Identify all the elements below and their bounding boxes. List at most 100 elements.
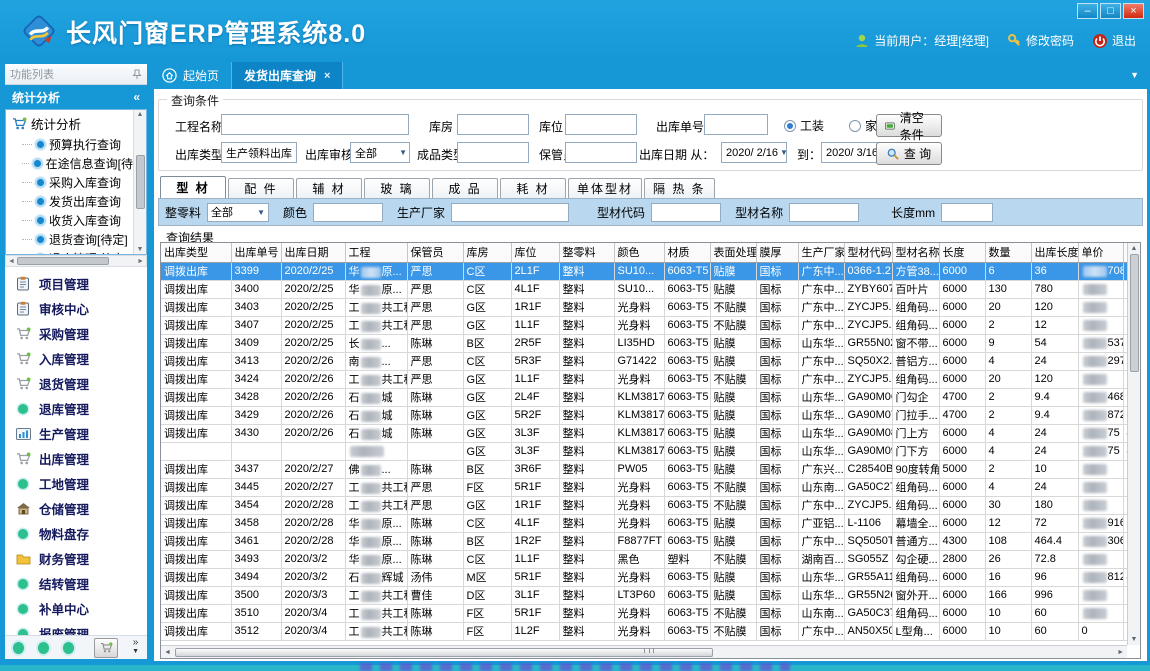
material-tab[interactable]: 玻 璃: [364, 178, 430, 198]
material-tab[interactable]: 单体型材: [568, 178, 642, 198]
table-row[interactable]: 调拨出库34932020/3/2华原...陈琳C区1L1F整料黑色塑料不贴膜国标…: [161, 550, 1141, 568]
column-header[interactable]: 出库日期: [281, 243, 345, 262]
column-header[interactable]: 工程: [345, 243, 407, 262]
sidebar-item[interactable]: 入库管理: [5, 346, 147, 371]
column-header[interactable]: 整零料: [559, 243, 614, 262]
location-input[interactable]: [565, 114, 637, 135]
table-row[interactable]: 调拨出库34032020/2/25工共工程严思G区1R1F整料光身料6063-T…: [161, 298, 1141, 316]
search-button[interactable]: 查 询: [876, 142, 942, 165]
sidebar-item[interactable]: 项目管理: [5, 271, 147, 296]
sidebar-item[interactable]: 报废管理: [5, 621, 147, 635]
sidebar-item[interactable]: 补单中心: [5, 596, 147, 621]
scroll-up-icon[interactable]: ▲: [137, 111, 144, 118]
tree-vertical-scrollbar[interactable]: ▲ ▼: [133, 110, 146, 254]
column-header[interactable]: 数量: [985, 243, 1031, 262]
tab-home[interactable]: 起始页: [154, 62, 231, 89]
table-row[interactable]: 调拨出库34372020/2/27佛...陈琳B区3R6F整料PW056063-…: [161, 460, 1141, 478]
tab-overflow-icon[interactable]: ▼: [1130, 70, 1139, 80]
table-row[interactable]: 调拨出库34942020/3/2石辉城汤伟M区5R1F整料光身料6063-T5贴…: [161, 568, 1141, 586]
sidebar-item[interactable]: 仓储管理: [5, 496, 147, 521]
table-row[interactable]: 调拨出库34582020/2/28华原...陈琳C区4L1F整料光身料6063-…: [161, 514, 1141, 532]
column-header[interactable]: 出库长度: [1031, 243, 1078, 262]
material-tab[interactable]: 型 材: [160, 176, 226, 198]
scroll-thumb[interactable]: [17, 257, 109, 265]
scroll-thumb[interactable]: [136, 155, 145, 209]
table-row[interactable]: 调拨出库34452020/2/27工共工程严思F区5R1F整料光身料6063-T…: [161, 478, 1141, 496]
warehouse-input[interactable]: [457, 114, 529, 135]
grid-horizontal-scrollbar[interactable]: ◄ ►: [161, 645, 1127, 658]
out-type-select[interactable]: 生产领料出库▼: [221, 142, 297, 163]
sidebar-item[interactable]: 退货管理: [5, 371, 147, 396]
material-tab[interactable]: 辅 材: [296, 178, 362, 198]
tree-item[interactable]: 发货出库查询: [6, 192, 133, 211]
order-no-input[interactable]: [704, 114, 768, 135]
cart-shortcut-button[interactable]: [94, 638, 118, 658]
sidebar-item[interactable]: 采购管理: [5, 321, 147, 346]
minimize-button[interactable]: –: [1077, 3, 1098, 19]
column-header[interactable]: 表面处理: [710, 243, 756, 262]
factory-input[interactable]: [451, 203, 569, 222]
radio-workwear[interactable]: 工装: [784, 117, 824, 134]
part-type-select[interactable]: 全部▼: [207, 203, 269, 222]
column-header[interactable]: 材质: [664, 243, 710, 262]
logout-button[interactable]: 退出: [1092, 32, 1136, 49]
color-input[interactable]: [313, 203, 383, 222]
scroll-left-icon[interactable]: ◄: [164, 649, 171, 656]
table-row[interactable]: 调拨出库34612020/2/28华原...陈琳B区1R2F整料F8877FT6…: [161, 532, 1141, 550]
column-header[interactable]: 长度: [939, 243, 985, 262]
table-row[interactable]: 调拨出库34282020/2/26石城陈琳G区2L4F整料KLM38176063…: [161, 388, 1141, 406]
keeper-input[interactable]: [565, 142, 637, 163]
tree-item[interactable]: 退库管理[待定]: [6, 249, 133, 255]
tab-close-icon[interactable]: ×: [324, 70, 330, 82]
column-header[interactable]: 生产厂家: [798, 243, 844, 262]
table-row[interactable]: 调拨出库34002020/2/25华原...严思C区4L1F整料SU10...6…: [161, 280, 1141, 298]
profile-code-input[interactable]: [651, 203, 721, 222]
dot-icon[interactable]: [13, 642, 24, 654]
column-header[interactable]: 膜厚: [756, 243, 798, 262]
tree-root-statistics[interactable]: 统计分析: [6, 112, 133, 135]
table-row[interactable]: 调拨出库34132020/2/26南...严思C区5R3F整料G71422606…: [161, 352, 1141, 370]
scroll-right-icon[interactable]: ►: [137, 258, 144, 265]
tab-outbound-query[interactable]: 发货出库查询 ×: [231, 62, 343, 89]
table-row[interactable]: G区3L3F整料KLM38176063-T5贴膜国标山东华...GA90M09.…: [161, 442, 1141, 460]
maximize-button[interactable]: □: [1100, 3, 1121, 19]
table-row[interactable]: 调拨出库35102020/3/4工共工程陈琳F区5R1F整料光身料6063-T5…: [161, 604, 1141, 622]
sidebar-item[interactable]: 生产管理: [5, 421, 147, 446]
table-row[interactable]: 调拨出库34302020/2/26石城陈琳G区3L3F整料KLM38176063…: [161, 424, 1141, 442]
tree-item[interactable]: 预算执行查询: [6, 135, 133, 154]
table-row[interactable]: 调拨出库35122020/3/4工共工程陈琳F区1L2F整料光身料6063-T5…: [161, 622, 1141, 640]
column-header[interactable]: 颜色: [614, 243, 664, 262]
scroll-down-icon[interactable]: ▼: [1131, 636, 1138, 643]
sidebar-item[interactable]: 财务管理: [5, 546, 147, 571]
material-tab[interactable]: 隔 热 条: [644, 178, 715, 198]
column-header[interactable]: 库房: [463, 243, 511, 262]
table-row[interactable]: 调拨出库35002020/3/3工共工程曹佳D区3L1F整料LT3P606063…: [161, 586, 1141, 604]
scroll-left-icon[interactable]: ◄: [8, 258, 15, 265]
column-header[interactable]: 型材代码: [844, 243, 892, 262]
sidebar-item[interactable]: 审核中心: [5, 296, 147, 321]
sidebar-item[interactable]: 物料盘存: [5, 521, 147, 546]
scroll-thumb[interactable]: [1130, 254, 1139, 372]
sidebar-item[interactable]: 工地管理: [5, 471, 147, 496]
scroll-up-icon[interactable]: ▲: [1131, 245, 1138, 252]
tree-horizontal-scrollbar[interactable]: ◄ ►: [5, 255, 147, 267]
tree-item[interactable]: 采购入库查询: [6, 173, 133, 192]
table-row[interactable]: 调拨出库34072020/2/25工共工程严思G区1L1F整料光身料6063-T…: [161, 316, 1141, 334]
sidebar-item[interactable]: 退库管理: [5, 396, 147, 421]
sidebar-item[interactable]: 结转管理: [5, 571, 147, 596]
tree-item[interactable]: 收货入库查询: [6, 211, 133, 230]
tree-item[interactable]: 退货查询[待定]: [6, 230, 133, 249]
material-tab[interactable]: 成 品: [432, 178, 498, 198]
column-header[interactable]: 型材名称: [892, 243, 939, 262]
dot-icon[interactable]: [63, 642, 74, 654]
pin-icon[interactable]: [132, 69, 142, 80]
change-password-link[interactable]: 修改密码: [1007, 32, 1074, 49]
audit-select[interactable]: 全部▼: [350, 142, 410, 163]
column-header[interactable]: 库位: [511, 243, 559, 262]
collapse-icon[interactable]: «: [133, 90, 140, 104]
column-header[interactable]: 出库类型: [161, 243, 231, 262]
grid-vertical-scrollbar[interactable]: ▲ ▼: [1127, 243, 1140, 645]
profile-name-input[interactable]: [789, 203, 859, 222]
length-input[interactable]: [941, 203, 993, 222]
dot-icon[interactable]: [38, 642, 49, 654]
